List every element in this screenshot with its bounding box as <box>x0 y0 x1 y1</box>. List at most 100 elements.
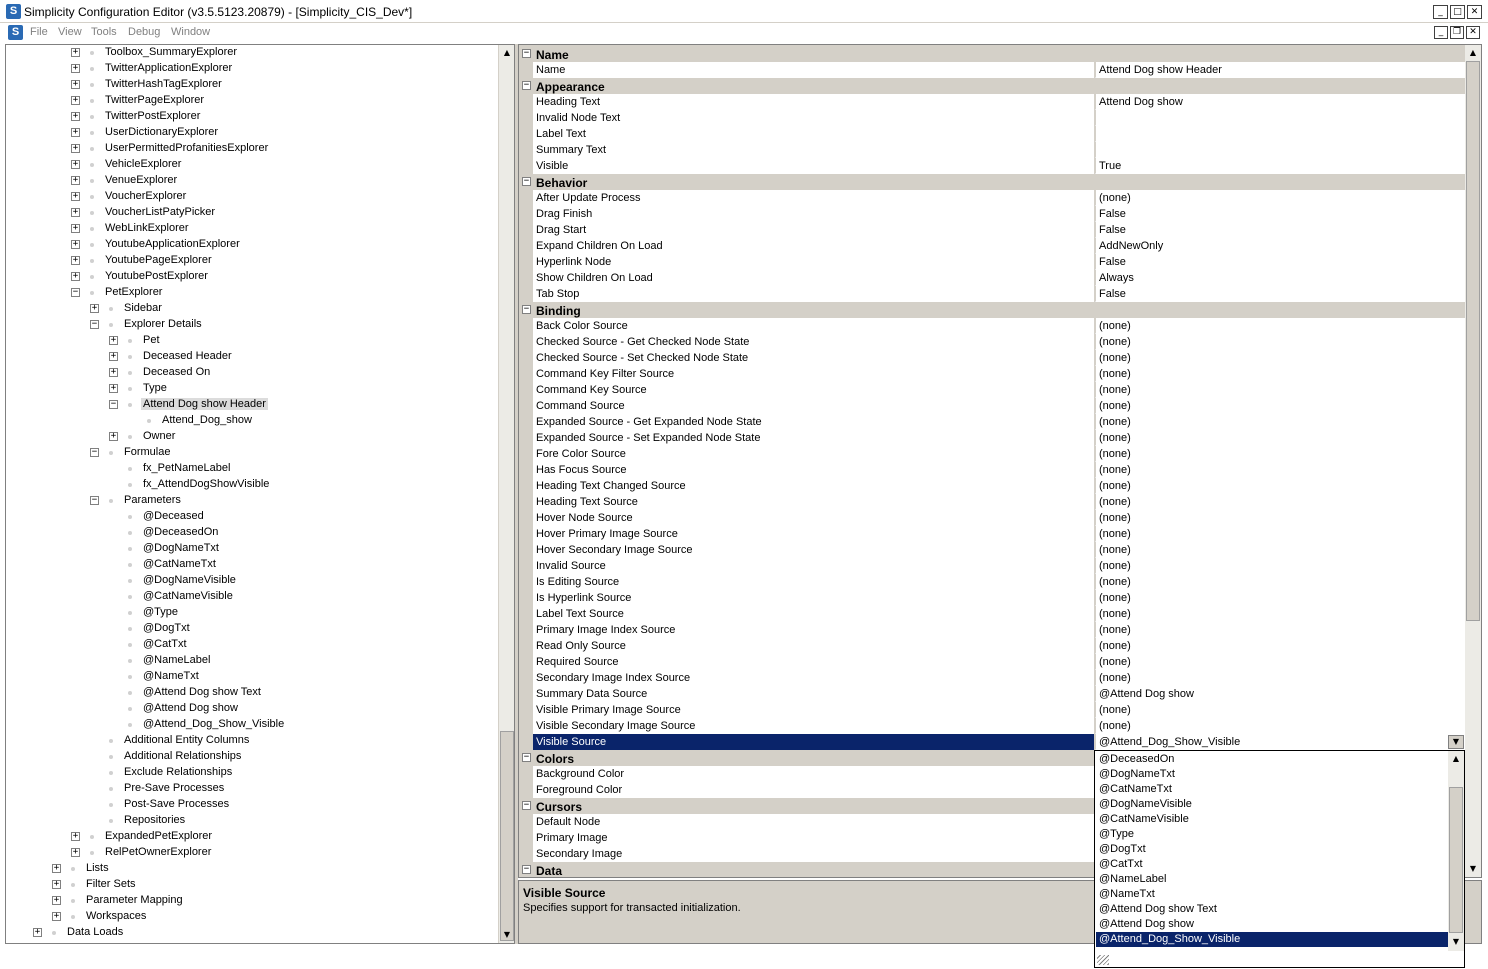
property-row[interactable]: Visible Secondary Image Source (none) <box>519 718 1465 734</box>
tree-node[interactable]: @DogNameVisible <box>6 573 496 589</box>
property-row[interactable]: Show Children On Load Always <box>519 270 1465 286</box>
property-row[interactable]: Hover Secondary Image Source (none) <box>519 542 1465 558</box>
document-icon[interactable]: S <box>8 25 23 40</box>
property-row[interactable]: Visible Source @Attend_Dog_Show_Visible <box>519 734 1465 750</box>
tree-node[interactable]: + ExpandedPetExplorer <box>6 829 496 845</box>
minimize-button[interactable]: _ <box>1433 5 1448 19</box>
property-value[interactable]: (none) <box>1096 334 1465 350</box>
tree-node[interactable]: + Lists <box>6 861 496 877</box>
tree-node[interactable]: @CatNameTxt <box>6 557 496 573</box>
tree-node[interactable]: fx_AttendDogShowVisible <box>6 477 496 493</box>
property-row[interactable]: Checked Source - Get Checked Node State(… <box>519 334 1465 350</box>
scroll-down-arrow-icon[interactable]: ▼ <box>500 928 514 942</box>
collapse-icon[interactable]: − <box>90 496 99 505</box>
collapse-icon[interactable]: − <box>522 305 531 314</box>
property-row[interactable]: Is Hyperlink Source (none) <box>519 590 1465 606</box>
property-value[interactable]: (none) <box>1096 606 1465 622</box>
dropdown-option[interactable]: @CatNameVisible <box>1096 812 1448 827</box>
expand-icon[interactable]: + <box>71 848 80 857</box>
property-row[interactable]: Expanded Source - Set Expanded Node Stat… <box>519 430 1465 446</box>
property-row[interactable]: Heading Text Attend Dog show <box>519 94 1465 110</box>
tree-node[interactable]: + VenueExplorer <box>6 173 496 189</box>
tree-scrollbar[interactable]: ▲ ▼ <box>498 45 514 943</box>
property-value[interactable]: (none) <box>1096 718 1465 734</box>
tree-node[interactable]: + Sidebar <box>6 301 496 317</box>
doc-restore-button[interactable]: ❐ <box>1450 26 1464 39</box>
dropdown-option[interactable]: @Attend_Dog_Show_Visible <box>1096 932 1448 947</box>
tree-node[interactable]: − Parameters <box>6 493 496 509</box>
property-value[interactable]: (none) <box>1096 622 1465 638</box>
tree-node[interactable]: @NameLabel <box>6 653 496 669</box>
scroll-up-arrow-icon[interactable]: ▲ <box>1449 752 1463 766</box>
expand-icon[interactable]: + <box>71 144 80 153</box>
expand-icon[interactable]: + <box>71 128 80 137</box>
tree-node[interactable]: + Data Loads <box>6 925 496 941</box>
collapse-icon[interactable]: − <box>109 400 118 409</box>
property-row[interactable]: Fore Color Source (none) <box>519 446 1465 462</box>
dropdown-option[interactable]: @Type <box>1096 827 1448 842</box>
property-row[interactable]: Checked Source - Set Checked Node State(… <box>519 350 1465 366</box>
property-row[interactable]: Label Text Source (none) <box>519 606 1465 622</box>
collapse-icon[interactable]: − <box>522 177 531 186</box>
tree-node[interactable]: Attend_Dog_show <box>6 413 496 429</box>
property-value[interactable] <box>1096 142 1465 158</box>
expand-icon[interactable]: + <box>71 208 80 217</box>
expand-icon[interactable]: + <box>52 912 61 921</box>
tree-node[interactable]: + VoucherExplorer <box>6 189 496 205</box>
property-row[interactable]: Heading Text Changed Source (none) <box>519 478 1465 494</box>
expand-icon[interactable]: + <box>109 352 118 361</box>
expand-icon[interactable]: + <box>71 176 80 185</box>
expand-icon[interactable]: + <box>71 80 80 89</box>
collapse-icon[interactable]: − <box>90 448 99 457</box>
dropdown-option[interactable]: @DogNameTxt <box>1096 767 1448 782</box>
tree-node[interactable]: Pre-Save Processes <box>6 781 496 797</box>
tree-node[interactable]: + TwitterApplicationExplorer <box>6 61 496 77</box>
dropdown-option[interactable]: @CatNameTxt <box>1096 782 1448 797</box>
property-row[interactable]: Summary Text <box>519 142 1465 158</box>
property-value[interactable]: False <box>1096 286 1465 302</box>
property-value[interactable]: (none) <box>1096 478 1465 494</box>
property-value[interactable]: (none) <box>1096 670 1465 686</box>
property-row[interactable]: Label Text <box>519 126 1465 142</box>
property-value[interactable]: (none) <box>1096 430 1465 446</box>
property-value[interactable]: (none) <box>1096 558 1465 574</box>
property-row[interactable]: Read Only Source (none) <box>519 638 1465 654</box>
tree-node[interactable]: @DogTxt <box>6 621 496 637</box>
menu-file[interactable]: File <box>30 26 48 38</box>
tree-node[interactable]: + UserDictionaryExplorer <box>6 125 496 141</box>
property-row[interactable]: Has Focus Source (none) <box>519 462 1465 478</box>
dropdown-option[interactable]: @Attend Dog show <box>1096 917 1448 932</box>
property-value[interactable] <box>1096 126 1465 142</box>
property-value[interactable]: (none) <box>1096 190 1465 206</box>
dropdown-arrow-icon[interactable]: ▼ <box>1448 735 1464 749</box>
scroll-up-arrow-icon[interactable]: ▲ <box>500 46 514 60</box>
tree-node[interactable]: + Filter Sets <box>6 877 496 893</box>
tree-node[interactable]: @NameTxt <box>6 669 496 685</box>
grid-scroll-thumb[interactable] <box>1466 61 1480 621</box>
scroll-up-arrow-icon[interactable]: ▲ <box>1466 46 1480 60</box>
property-value[interactable]: (none) <box>1096 494 1465 510</box>
property-row[interactable]: Is Editing Source (none) <box>519 574 1465 590</box>
property-row[interactable]: Name Attend Dog show Header <box>519 62 1465 78</box>
dropdown-scroll-thumb[interactable] <box>1449 787 1463 933</box>
tree-node[interactable]: @Deceased <box>6 509 496 525</box>
expand-icon[interactable]: + <box>71 112 80 121</box>
doc-close-button[interactable]: ✕ <box>1466 26 1480 39</box>
property-value[interactable]: @Attend_Dog_Show_Visible <box>1096 734 1465 750</box>
expand-icon[interactable]: + <box>109 336 118 345</box>
expand-icon[interactable]: + <box>71 272 80 281</box>
property-value[interactable]: True <box>1096 158 1465 174</box>
tree-node[interactable]: @CatTxt <box>6 637 496 653</box>
category-row[interactable]: − Appearance <box>519 78 1465 94</box>
property-row[interactable]: Summary Data Source @Attend Dog show <box>519 686 1465 702</box>
property-row[interactable]: Visible True <box>519 158 1465 174</box>
property-row[interactable]: Back Color Source (none) <box>519 318 1465 334</box>
property-value[interactable]: (none) <box>1096 590 1465 606</box>
property-value[interactable]: (none) <box>1096 510 1465 526</box>
tree-node[interactable]: @Attend_Dog_Show_Visible <box>6 717 496 733</box>
expand-icon[interactable]: + <box>33 928 42 937</box>
property-row[interactable]: Invalid Source (none) <box>519 558 1465 574</box>
maximize-button[interactable]: □ <box>1450 5 1465 19</box>
resize-grip-icon[interactable] <box>1097 955 1109 965</box>
tree-node[interactable]: Additional Relationships <box>6 749 496 765</box>
